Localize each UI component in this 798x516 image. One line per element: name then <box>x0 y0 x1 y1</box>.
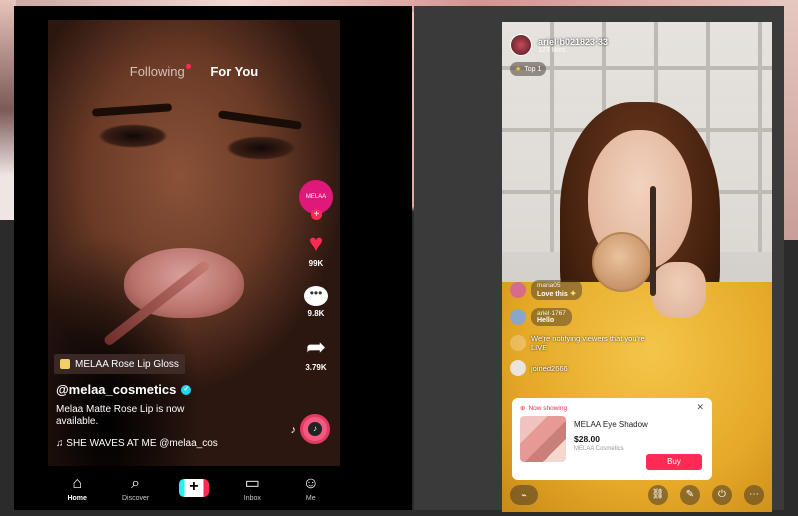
follow-plus-icon[interactable]: + <box>311 209 322 220</box>
product-anchor-label: MELAA Rose Lip Gloss <box>75 358 179 370</box>
tiktok-live-screen: ariel·b021823·33 123 likes ★ Top 1 maria… <box>414 6 784 512</box>
power-icon[interactable]: ⏻ <box>712 485 732 505</box>
chat-text: Hello <box>537 317 555 324</box>
tab-for-you[interactable]: For You <box>210 64 258 79</box>
nav-me[interactable]: ☺ Me <box>286 475 336 502</box>
nav-discover-label: Discover <box>121 494 150 502</box>
host-info[interactable]: ariel·b021823·33 123 likes <box>510 34 608 56</box>
live-action-bar: ⌁ ⛓ ✎ ⏻ ⋯ <box>502 478 772 512</box>
bag-icon: ⊕ <box>520 405 526 412</box>
action-rail: MELAA + ♥ 99K ••• 9.8K ➦ 3.79K <box>296 180 336 372</box>
product-title: MELAA Eye Shadow <box>574 420 648 429</box>
link-icon[interactable]: ⛓ <box>648 485 668 505</box>
sound-disc-icon: ♪ <box>308 422 322 436</box>
host-name: ariel·b021823·33 <box>538 36 609 47</box>
live-icon-group: ⛓ ✎ ⏻ ⋯ <box>648 485 764 505</box>
home-icon: ⌂ <box>72 474 83 492</box>
plus-icon: + <box>189 478 199 495</box>
ranking-badge-label: Top 1 <box>524 65 542 73</box>
share-icon: ➦ <box>305 334 327 361</box>
nav-home[interactable]: ⌂ Home <box>52 475 102 502</box>
bottom-navigation: ⌂ Home ⌕ Discover + ▭ Inbox ☺ Me <box>48 466 340 510</box>
chat-text: Love this ✦ <box>537 289 576 298</box>
now-showing-text: Now showing <box>528 404 568 412</box>
feed-tabs: Following For You <box>48 64 340 79</box>
host-likes: 123 likes <box>538 46 566 54</box>
edit-icon[interactable]: ✎ <box>680 485 700 505</box>
share-count: 3.79K <box>305 363 327 372</box>
product-card[interactable]: ⊕ Now showing ✕ MELAA Eye Shadow $28.00 … <box>512 398 712 480</box>
star-icon: ★ <box>515 66 522 73</box>
comment-button[interactable]: ••• 9.8K <box>296 286 336 318</box>
share-button[interactable]: ➦ 3.79K <box>296 334 336 373</box>
buy-button[interactable]: Buy <box>646 454 702 470</box>
system-notice: We're notifying viewers that you're LIVE <box>510 334 660 352</box>
search-icon: ⌕ <box>131 474 141 492</box>
heart-icon: ♥ <box>308 230 324 257</box>
creator-avatar-label: MELAA <box>305 194 327 200</box>
chat-name: maria05 <box>537 282 561 289</box>
person-icon: ☺ <box>302 474 319 492</box>
product-seller: MELAA Cosmetics <box>574 446 624 452</box>
music-ticker[interactable]: ♫ SHE WAVES AT ME @melaa_cos <box>56 438 218 449</box>
chat-avatar <box>510 309 526 325</box>
tab-following[interactable]: Following <box>130 64 191 79</box>
host-avatar[interactable] <box>510 34 532 56</box>
verified-badge-icon: ✓ <box>181 384 192 395</box>
like-button[interactable]: ♥ 99K <box>296 230 336 269</box>
create-button[interactable]: + <box>178 478 209 497</box>
chat-message: ariel·1767 Hello <box>510 308 660 326</box>
music-note-icon: ♪ <box>290 424 297 436</box>
gift-icon: ✦ <box>569 289 577 298</box>
more-icon[interactable]: ⋯ <box>744 485 764 505</box>
chat-bubble: ariel·1767 Hello <box>531 308 572 326</box>
close-icon[interactable]: ✕ <box>696 402 704 413</box>
live-video[interactable]: ariel·b021823·33 123 likes ★ Top 1 maria… <box>502 22 772 512</box>
tiktok-feed-screen: Following For You MELAA + ♥ 99K ••• 9.8K… <box>14 6 412 510</box>
join-notice: joined2666 <box>510 360 660 376</box>
ranking-badge[interactable]: ★ Top 1 <box>510 62 547 76</box>
joined-avatar <box>510 360 526 376</box>
product-price: $28.00 <box>574 434 600 444</box>
comment-input[interactable]: ⌁ <box>510 485 538 505</box>
live-chat: maria05 Love this ✦ ariel·1767 Hello We'… <box>510 280 660 384</box>
creator-username[interactable]: @melaa_cosmetics ✓ <box>56 382 192 397</box>
eye-left <box>98 124 168 148</box>
like-count: 99K <box>308 259 324 268</box>
eye-right <box>226 136 296 160</box>
nav-me-label: Me <box>305 494 316 502</box>
sound-disc[interactable]: ♪ <box>300 414 330 444</box>
nav-discover[interactable]: ⌕ Discover <box>111 475 161 502</box>
chat-avatar <box>510 282 526 298</box>
comment-icon: ••• <box>304 286 328 306</box>
shopping-bag-icon <box>60 359 70 369</box>
nav-create[interactable]: + <box>169 478 219 497</box>
tab-following-label: Following <box>129 64 185 79</box>
chat-bubble: maria05 Love this ✦ <box>531 280 583 300</box>
chat-message: maria05 Love this ✦ <box>510 280 660 300</box>
nav-inbox[interactable]: ▭ Inbox <box>227 475 277 502</box>
notice-text: We're notifying viewers that you're LIVE <box>531 334 645 352</box>
chat-text-value: Love this <box>537 291 568 298</box>
joined-text: joined2666 <box>531 363 568 373</box>
comment-count: 9.8K <box>307 309 325 318</box>
live-dot-icon <box>185 64 191 69</box>
nav-home-label: Home <box>67 494 87 502</box>
product-anchor[interactable]: MELAA Rose Lip Gloss <box>54 354 185 374</box>
username-text: @melaa_cosmetics <box>56 382 177 397</box>
video-feed[interactable]: Following For You MELAA + ♥ 99K ••• 9.8K… <box>48 20 340 466</box>
host-hand <box>652 262 706 318</box>
product-thumbnail[interactable] <box>520 416 566 462</box>
now-showing-label: ⊕ Now showing <box>520 404 568 413</box>
inbox-icon: ▭ <box>244 474 260 492</box>
nav-inbox-label: Inbox <box>243 494 261 502</box>
chat-name: ariel·1767 <box>537 310 566 317</box>
creator-avatar[interactable]: MELAA + <box>299 180 333 220</box>
video-caption: Melaa Matte Rose Lip is now available. <box>56 404 185 427</box>
notice-icon <box>510 335 526 351</box>
